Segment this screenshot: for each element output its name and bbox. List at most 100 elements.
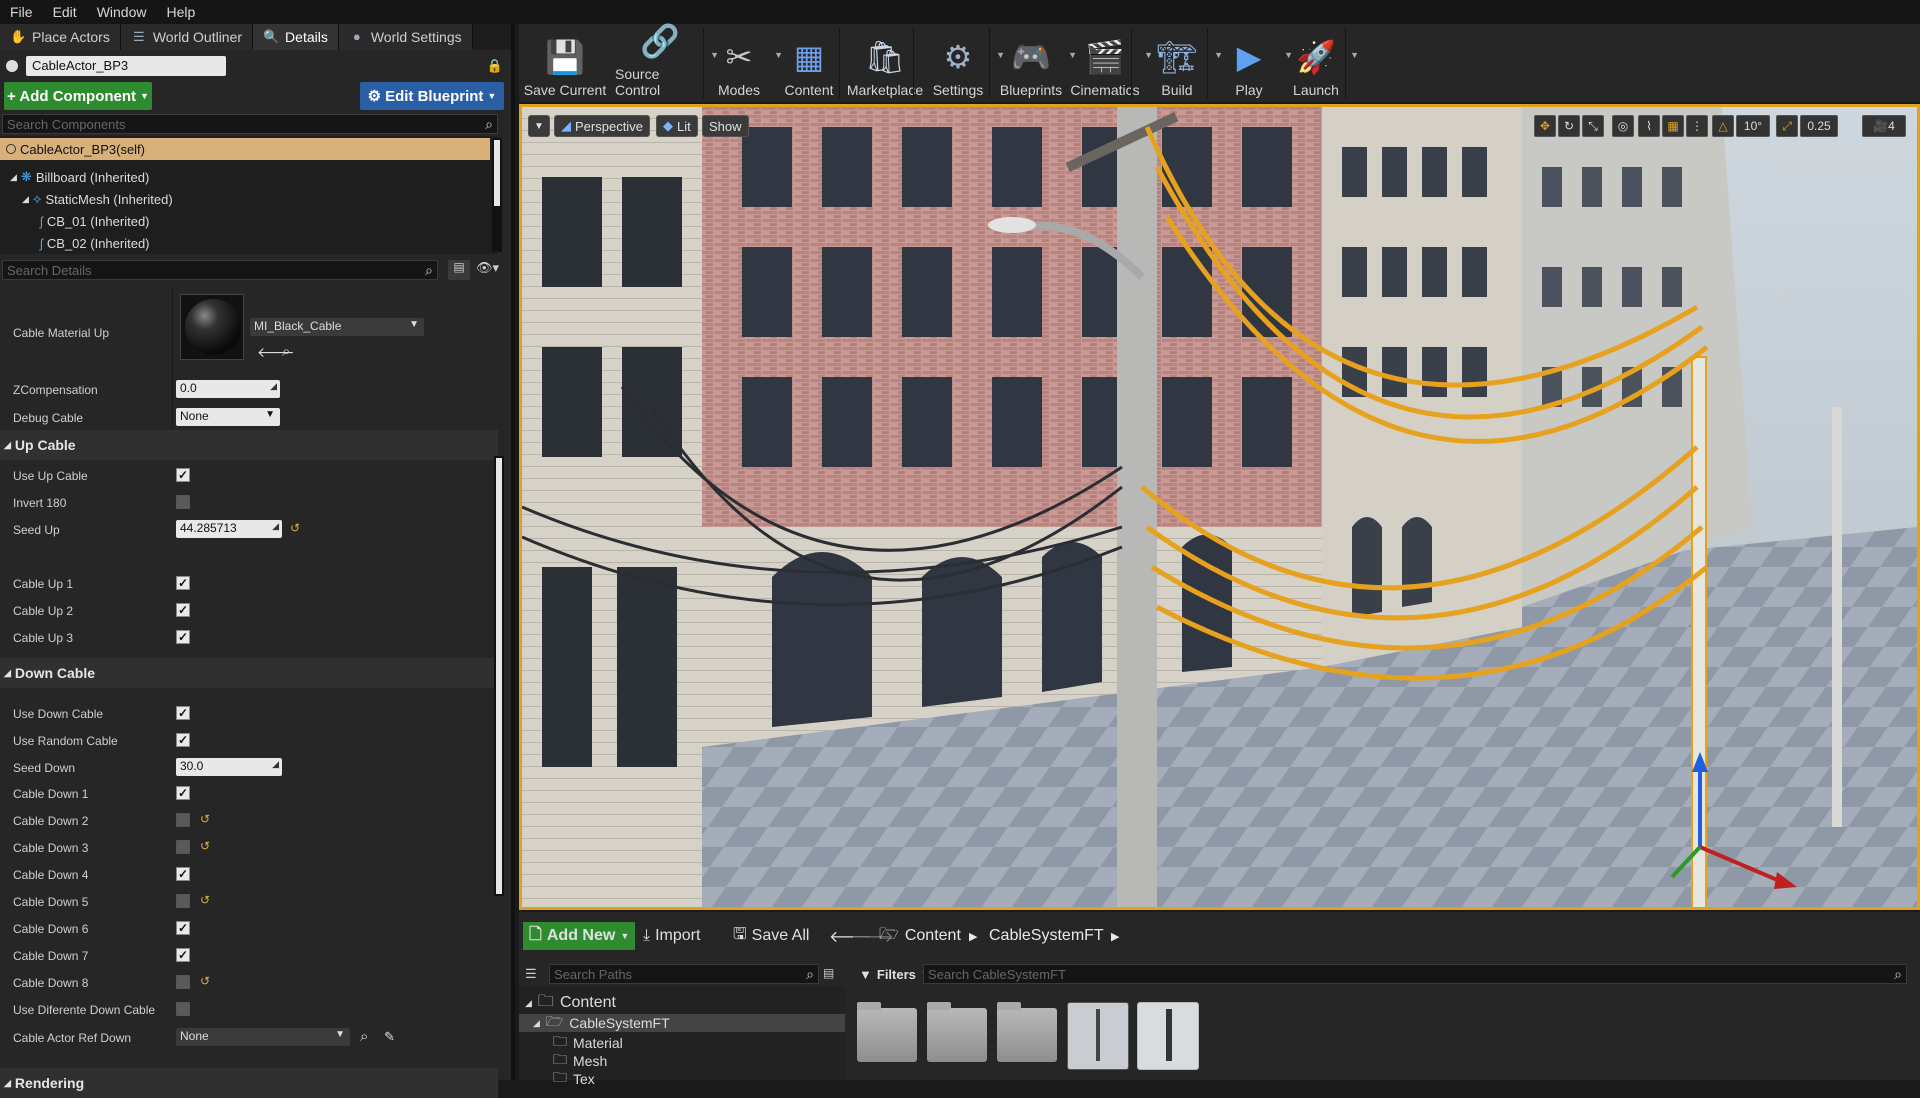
asset-folder[interactable] xyxy=(997,1002,1057,1062)
reset-icon[interactable]: ↺ xyxy=(200,812,210,826)
scale-snap-icon[interactable]: ⤢ xyxy=(1776,115,1798,137)
debug-cable-dropdown[interactable]: None ▼ xyxy=(176,408,280,426)
actor-name-field[interactable]: CableActor_BP3 xyxy=(26,56,226,76)
surface-snap-icon[interactable]: ⌇ xyxy=(1638,115,1660,137)
add-component-button[interactable]: + Add Component ▼ xyxy=(4,82,152,110)
menu-help[interactable]: Help xyxy=(156,4,205,20)
cable-up-3-checkbox[interactable]: ✓ xyxy=(176,630,190,644)
path-view-options-icon[interactable]: ▤ xyxy=(823,966,834,980)
use-down-cable-checkbox[interactable]: ✓ xyxy=(176,706,190,720)
cable-down-8-checkbox[interactable] xyxy=(176,975,190,989)
folder-content[interactable]: ◢ 🗀 Content xyxy=(525,993,616,1012)
cable-actor-ref-dropdown[interactable]: None ▼ xyxy=(176,1028,350,1046)
viewport-options-button[interactable]: ▼ xyxy=(528,115,550,137)
edit-blueprint-button[interactable]: ⚙ Edit Blueprint ▼ xyxy=(360,82,504,110)
tree-item-self[interactable]: CableActor_BP3(self) xyxy=(0,138,490,160)
toolbar-source-control-button[interactable]: 🔗 Source Control ▼ xyxy=(615,23,719,98)
breadcrumb-content[interactable]: 🗁 Content xyxy=(879,922,961,950)
lit-button[interactable]: ◆ Lit xyxy=(656,115,698,137)
toolbar-save-current-button[interactable]: 💾 Save Current xyxy=(523,28,607,98)
material-thumbnail[interactable] xyxy=(180,294,244,360)
rotation-snap-icon[interactable]: △ xyxy=(1712,115,1734,137)
scroll-thumb[interactable] xyxy=(494,140,500,206)
view-options-icon[interactable]: ▤ xyxy=(448,260,470,280)
toolbar-settings-button[interactable]: ⚙ Settings ▼ xyxy=(925,28,1005,98)
translate-icon[interactable]: ✥ xyxy=(1534,115,1556,137)
reset-icon[interactable]: ↺ xyxy=(290,521,300,535)
tree-scrollbar[interactable] xyxy=(492,138,502,252)
section-down-cable[interactable]: ◢ Down Cable xyxy=(0,658,498,688)
folder-cablesystemft[interactable]: ◢ 🗁 CableSystemFT xyxy=(519,1013,845,1032)
tab-details[interactable]: 🔍 Details xyxy=(253,24,339,50)
tab-world-settings[interactable]: ● World Settings xyxy=(338,24,473,50)
section-rendering[interactable]: ◢ Rendering xyxy=(0,1068,498,1098)
world-local-icon[interactable]: ◎ xyxy=(1612,115,1634,137)
scale-snap-value[interactable]: 0.25 xyxy=(1800,115,1838,137)
tree-item-staticmesh[interactable]: ◢ ⟡ StaticMesh (Inherited) xyxy=(22,188,173,210)
tree-item-billboard[interactable]: ◢ ❋ Billboard (Inherited) xyxy=(10,166,149,188)
seed-up-field[interactable]: 44.285713 xyxy=(176,520,282,538)
pick-actor-icon[interactable]: ✎ xyxy=(384,1029,395,1045)
import-button[interactable]: ⤓ Import xyxy=(637,922,706,950)
toolbar-blueprints-button[interactable]: 🎮 Blueprints ▼ xyxy=(999,28,1077,98)
grid-size-icon[interactable]: ⋮ xyxy=(1686,115,1708,137)
add-new-button[interactable]: 🗋 Add New ▼ xyxy=(523,922,636,950)
search-components-input[interactable]: Search Components ⌕ xyxy=(2,114,498,134)
cable-down-2-checkbox[interactable] xyxy=(176,813,190,827)
use-diferente-down-cable-checkbox[interactable] xyxy=(176,1002,190,1016)
asset-folder[interactable] xyxy=(927,1002,987,1062)
cable-down-1-checkbox[interactable]: ✓ xyxy=(176,786,190,800)
browse-icon[interactable]: ⌕ xyxy=(282,343,290,360)
search-details-input[interactable]: Search Details ⌕ xyxy=(2,260,438,280)
seed-down-field[interactable]: 30.0 xyxy=(176,758,282,776)
menu-window[interactable]: Window xyxy=(87,4,157,20)
asset-cable-actor-thumbnail[interactable] xyxy=(1137,1002,1199,1070)
scale-icon[interactable]: ⤡ xyxy=(1582,115,1604,137)
rotation-snap-value[interactable]: 10° xyxy=(1736,115,1770,137)
toolbar-launch-button[interactable]: 🚀 Launch ▼ xyxy=(1287,28,1359,98)
tree-item-cb01[interactable]: ʃ CB_01 (Inherited) xyxy=(40,210,150,232)
cable-up-1-checkbox[interactable]: ✓ xyxy=(176,576,190,590)
tree-item-cb02[interactable]: ʃ CB_02 (Inherited) xyxy=(40,232,150,254)
lock-icon[interactable]: 🔒 xyxy=(487,58,503,74)
menu-file[interactable]: File xyxy=(0,4,43,20)
asset-cable-actor-thumbnail[interactable] xyxy=(1067,1002,1129,1070)
grid-snap-icon[interactable]: ▦ xyxy=(1662,115,1684,137)
sources-toggle-icon[interactable]: ☰ xyxy=(525,966,537,982)
toolbar-modes-button[interactable]: ✂ Modes ▼ xyxy=(709,28,783,98)
tab-world-outliner[interactable]: ☰ World Outliner xyxy=(120,24,254,50)
toolbar-cinematics-button[interactable]: 🎬 Cinematics ▼ xyxy=(1070,28,1153,98)
asset-folder[interactable] xyxy=(857,1002,917,1062)
rotate-icon[interactable]: ↻ xyxy=(1558,115,1580,137)
reset-icon[interactable]: ↺ xyxy=(200,893,210,907)
reset-icon[interactable]: ↺ xyxy=(200,839,210,853)
cable-up-2-checkbox[interactable]: ✓ xyxy=(176,603,190,617)
eye-icon[interactable]: 👁▾ xyxy=(476,260,506,280)
search-paths-input[interactable]: Search Paths ⌕ xyxy=(549,964,819,984)
folder-tex[interactable]: 🗀 Tex xyxy=(553,1069,595,1088)
reset-icon[interactable]: ↺ xyxy=(200,974,210,988)
perspective-button[interactable]: ◢ Perspective xyxy=(554,115,650,137)
toolbar-build-button[interactable]: 🏗 Build ▼ xyxy=(1145,28,1223,98)
toolbar-play-button[interactable]: ▶ Play ▼ xyxy=(1219,28,1293,98)
browse-icon[interactable]: ⌕ xyxy=(360,1028,368,1045)
use-random-cable-checkbox[interactable]: ✓ xyxy=(176,733,190,747)
save-all-button[interactable]: 🖫 Save All xyxy=(727,922,815,950)
chevron-down-icon[interactable]: ▼ xyxy=(1350,50,1359,60)
use-up-cable-checkbox[interactable]: ✓ xyxy=(176,468,190,482)
cable-down-6-checkbox[interactable]: ✓ xyxy=(176,921,190,935)
zcompensation-field[interactable]: 0.0 xyxy=(176,380,280,398)
tab-place-actors[interactable]: ✋ Place Actors xyxy=(0,24,121,50)
section-up-cable[interactable]: ◢ Up Cable xyxy=(0,430,498,460)
menu-edit[interactable]: Edit xyxy=(43,4,87,20)
cable-down-7-checkbox[interactable]: ✓ xyxy=(176,948,190,962)
camera-speed-value[interactable]: 🎥 4 xyxy=(1862,115,1906,137)
material-dropdown[interactable]: MI_Black_Cable ▼ xyxy=(250,318,424,336)
cable-down-3-checkbox[interactable] xyxy=(176,840,190,854)
level-viewport[interactable]: ▼ ◢ Perspective ◆ Lit Show ✥ ↻ ⤡ ◎ ⌇ ▦ ⋮ △… xyxy=(519,104,1920,910)
invert-180-checkbox[interactable] xyxy=(176,495,190,509)
toolbar-marketplace-button[interactable]: 🛍 Marketplace xyxy=(847,28,923,98)
toolbar-content-button[interactable]: ▦ Content xyxy=(777,28,841,98)
search-assets-input[interactable]: Search CableSystemFT ⌕ xyxy=(923,964,1907,984)
cable-down-4-checkbox[interactable]: ✓ xyxy=(176,867,190,881)
